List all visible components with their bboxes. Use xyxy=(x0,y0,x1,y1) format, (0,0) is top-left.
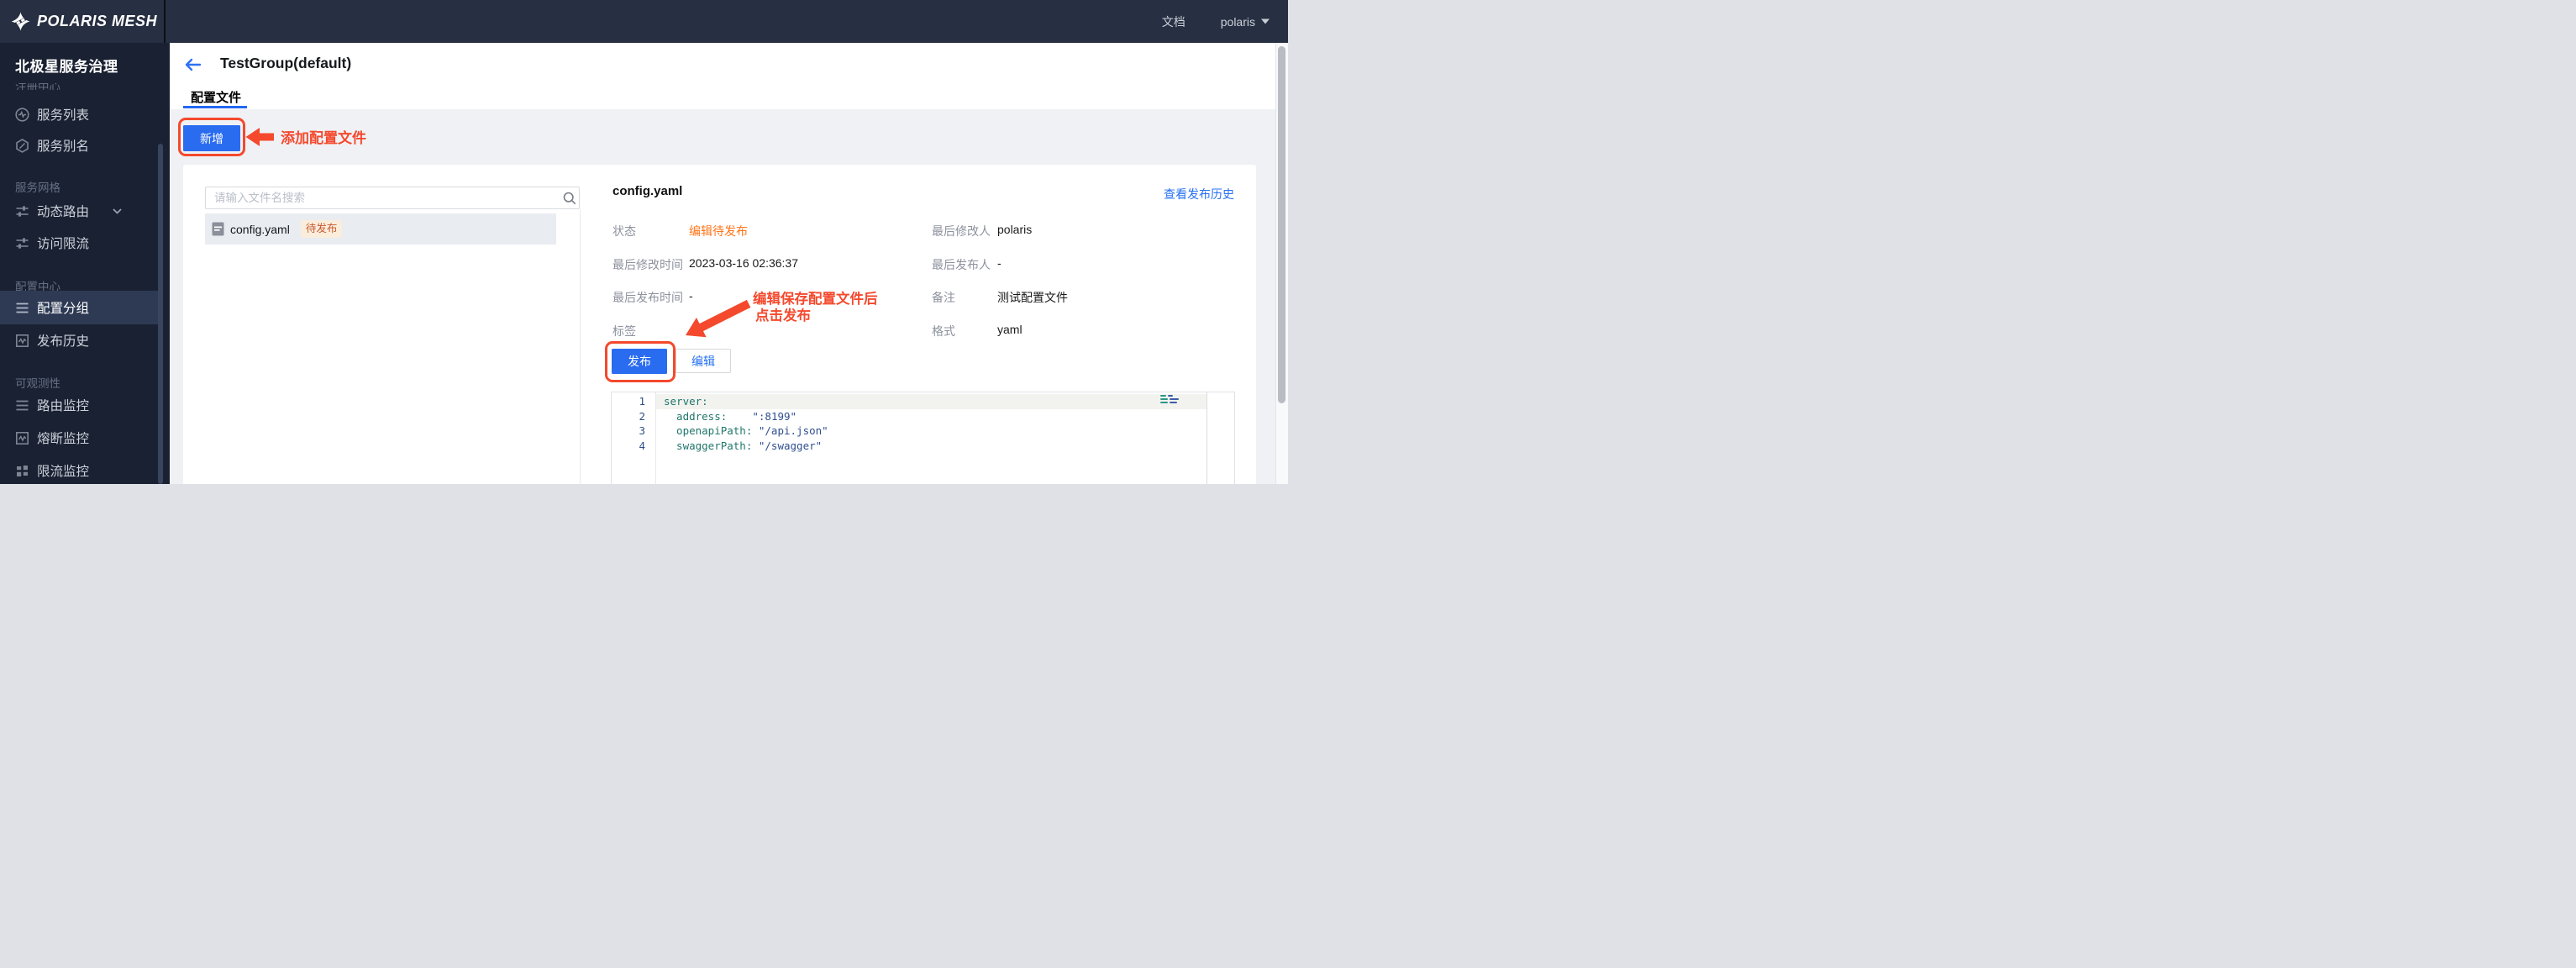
yaml-editor[interactable]: 1 server: 2 address: ":8199" 3 openapiPa… xyxy=(611,392,1235,484)
annotation-publish-note-line2: 点击发布 xyxy=(755,308,811,324)
back-arrow-icon[interactable] xyxy=(183,57,202,72)
sidebar-item-dynamic-routing[interactable]: 动态路由 xyxy=(0,201,158,221)
user-name: polaris xyxy=(1220,14,1255,29)
field-value: yaml xyxy=(997,323,1023,336)
sidebar: 北极星服务治理 注册中心 服务列表 服务别名 服务网格 动态路由 访问限流 配置… xyxy=(0,43,170,484)
chart-box-icon xyxy=(15,334,29,347)
field-label: 状态 xyxy=(612,224,636,238)
page-title: TestGroup(default) xyxy=(220,55,352,71)
topbar-menu: 文档 polaris xyxy=(1162,0,1270,43)
topbar-divider xyxy=(164,0,166,43)
minimap-icon xyxy=(1160,395,1179,405)
sidebar-section-observability: 可观测性 xyxy=(15,377,60,390)
code-line: 2 address: ":8199" xyxy=(639,409,797,423)
user-menu[interactable]: polaris xyxy=(1221,15,1270,29)
sidebar-section-service-mesh: 服务网格 xyxy=(15,182,60,194)
field-value: 2023-03-16 02:36:37 xyxy=(689,256,798,270)
field-value-status: 编辑待发布 xyxy=(689,224,748,238)
publish-button[interactable]: 发布 xyxy=(612,349,667,374)
code-line: 1 server: xyxy=(639,395,708,408)
tab-active-underline xyxy=(183,106,247,108)
edit-button[interactable]: 编辑 xyxy=(676,349,731,373)
sidebar-item-rate-limit[interactable]: 访问限流 xyxy=(0,233,158,253)
sidebar-item-service-list[interactable]: 服务列表 xyxy=(0,104,158,124)
code-line: 4 swaggerPath: "/swagger" xyxy=(639,439,823,453)
field-label: 最后发布时间 xyxy=(612,291,683,304)
add-button[interactable]: 新增 xyxy=(183,125,240,151)
annotation-arrow-left-icon xyxy=(245,128,274,146)
content-card: config.yaml 待发布 config.yaml 查看发布历史 状态 编辑… xyxy=(183,165,1256,484)
search-input[interactable] xyxy=(205,187,580,209)
field-label: 标签 xyxy=(612,324,636,338)
list-icon xyxy=(16,302,29,313)
file-name: config.yaml xyxy=(230,222,290,236)
field-label: 最后修改人 xyxy=(932,224,991,238)
docs-link[interactable]: 文档 xyxy=(1162,13,1185,30)
polaris-star-icon xyxy=(11,12,30,31)
chevron-down-icon xyxy=(113,208,122,214)
sidebar-item-service-alias[interactable]: 服务别名 xyxy=(0,135,158,155)
sidebar-section-registry-clipped: 注册中心 xyxy=(15,83,60,90)
field-value: 测试配置文件 xyxy=(997,291,1068,304)
pulse-circle-icon xyxy=(15,107,29,122)
panel-divider xyxy=(580,209,581,484)
list-icon xyxy=(16,400,29,410)
annotation-arrow-diagonal-icon xyxy=(686,299,751,338)
field-label: 最后发布人 xyxy=(932,258,991,271)
view-release-history-link[interactable]: 查看发布历史 xyxy=(1164,186,1234,203)
grid-icon xyxy=(17,465,28,476)
status-badge: 待发布 xyxy=(300,220,343,238)
sidebar-item-config-groups[interactable]: 配置分组 xyxy=(0,297,158,318)
sliders-icon xyxy=(16,205,29,217)
annotation-add-note: 添加配置文件 xyxy=(281,130,366,146)
field-label: 最后修改时间 xyxy=(612,258,683,271)
file-list-item-selected[interactable]: config.yaml 待发布 xyxy=(205,213,556,245)
field-label: 备注 xyxy=(932,291,955,304)
field-value: polaris xyxy=(997,223,1033,236)
sidebar-item-ratelimit-monitor[interactable]: 限流监控 xyxy=(0,460,158,481)
search-icon[interactable] xyxy=(563,192,576,205)
logo[interactable]: POLARIS MESH xyxy=(11,12,157,31)
caret-down-icon xyxy=(1261,18,1270,24)
hexagon-slash-icon xyxy=(16,138,29,153)
editor-scrollbar-filler xyxy=(1207,392,1234,484)
polaris-console: POLARIS MESH 文档 polaris 北极星服务治理 注册中心 服务列… xyxy=(0,0,1288,484)
sidebar-item-route-monitor[interactable]: 路由监控 xyxy=(0,395,158,415)
document-icon xyxy=(212,222,224,236)
tab-config-files[interactable]: 配置文件 xyxy=(191,88,241,106)
sidebar-item-release-history[interactable]: 发布历史 xyxy=(0,330,158,350)
field-value: - xyxy=(997,256,1001,270)
page-scrollbar-thumb[interactable] xyxy=(1278,46,1285,403)
detail-filename: config.yaml xyxy=(612,184,683,198)
field-label: 格式 xyxy=(932,324,955,338)
chart-box-icon xyxy=(15,431,29,445)
sidebar-title: 北极星服务治理 xyxy=(15,59,118,75)
sliders-icon xyxy=(16,237,29,249)
top-bar: POLARIS MESH 文档 polaris xyxy=(0,0,1288,43)
sidebar-item-circuit-breaker-monitor[interactable]: 熔断监控 xyxy=(0,428,158,448)
logo-text: POLARIS MESH xyxy=(37,13,158,29)
code-line: 3 openapiPath: "/api.json" xyxy=(639,424,828,438)
page-header-band xyxy=(170,43,1288,109)
sidebar-scrollbar[interactable] xyxy=(158,144,163,484)
